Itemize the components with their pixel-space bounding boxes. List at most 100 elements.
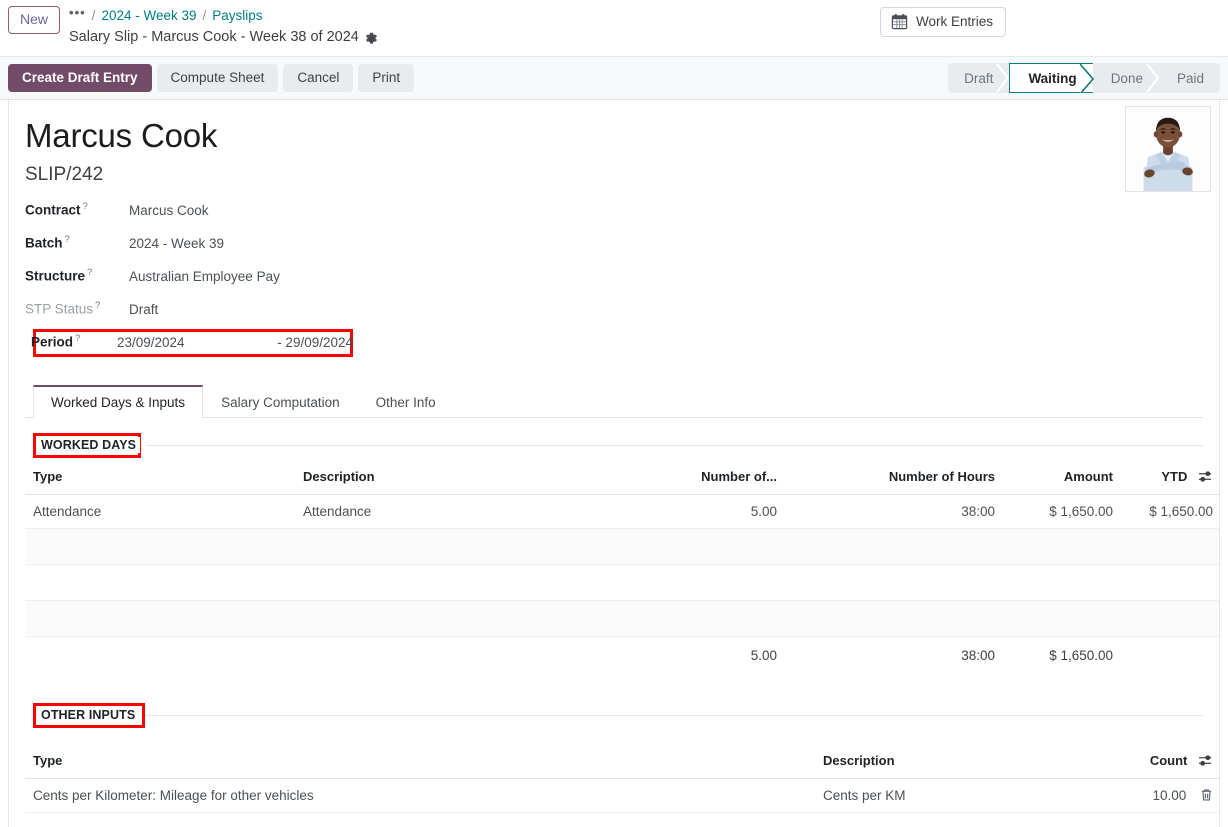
field-row-stp-status: STP Status? Draft (25, 300, 1203, 333)
section-divider (146, 445, 1203, 446)
gear-icon[interactable] (365, 31, 378, 44)
cell-amount[interactable]: $ 1,650.00 (1003, 495, 1121, 529)
cancel-button[interactable]: Cancel (283, 64, 353, 92)
status-step-label: Draft (964, 71, 993, 86)
calendar-icon (891, 13, 908, 30)
status-step-label: Waiting (1028, 71, 1076, 86)
field-value-contract[interactable]: Marcus Cook (111, 203, 209, 218)
field-row-structure: Structure? Australian Employee Pay (25, 267, 1203, 300)
record-reference: SLIP/242 (25, 162, 1203, 188)
worked-days-table: Type Description Number of... Number of … (25, 460, 1220, 674)
help-icon[interactable]: ? (65, 234, 70, 245)
column-header-amount[interactable]: Amount (1003, 460, 1121, 495)
cell-description[interactable]: Attendance (295, 495, 565, 529)
column-header-count[interactable]: Count (1115, 744, 1220, 779)
section-header-other-inputs: OTHER INPUTS (25, 700, 1203, 730)
other-inputs-table: Type Description Count (25, 744, 1220, 813)
action-buttons: Create Draft Entry Compute Sheet Cancel … (8, 64, 414, 92)
totals-amount: $ 1,650.00 (1003, 637, 1121, 675)
field-value-period: 23/09/2024 - 29/09/2024 (117, 335, 353, 350)
work-entries-button[interactable]: Work Entries (880, 7, 1006, 37)
table-totals-row: 5.00 38:00 $ 1,650.00 (25, 637, 1220, 675)
control-panel-left: New ••• / 2024 - Week 39 / Payslips Sala… (8, 6, 378, 47)
field-label-batch: Batch? (25, 234, 111, 251)
record-title-row: Salary Slip - Marcus Cook - Week 38 of 2… (69, 27, 378, 47)
form-sheet-inner: Marcus Cook SLIP/242 Contract? Marcus Co… (9, 100, 1219, 813)
form-fields: Contract? Marcus Cook Batch? 2024 - Week… (25, 201, 1203, 367)
field-row-period: Period? 23/09/2024 - 29/09/2024 (25, 333, 1203, 367)
chevron-right-icon (1146, 63, 1160, 93)
chevron-right-icon (1080, 64, 1094, 92)
cell-description[interactable]: Cents per KM (815, 779, 1115, 813)
sliders-icon[interactable] (1198, 754, 1213, 767)
field-value-stp-status: Draft (111, 302, 158, 317)
help-icon[interactable]: ? (95, 300, 100, 311)
field-label-period: Period? (25, 333, 117, 350)
breadcrumb-item-batch[interactable]: 2024 - Week 39 (101, 7, 196, 25)
table-row[interactable]: Attendance Attendance 5.00 38:00 $ 1,650… (25, 495, 1220, 529)
column-header-type[interactable]: Type (25, 744, 815, 779)
column-header-ytd[interactable]: YTD (1121, 460, 1220, 495)
table-header-row: Type Description Number of... Number of … (25, 460, 1220, 495)
work-entries-label: Work Entries (916, 14, 993, 29)
totals-number-of-days: 5.00 (565, 637, 785, 675)
help-icon[interactable]: ? (75, 333, 80, 344)
sliders-icon[interactable] (1198, 470, 1213, 483)
breadcrumb-item-payslips[interactable]: Payslips (212, 7, 262, 25)
tab-pane-worked-days-inputs: WORKED DAYS Type Description Number of..… (25, 418, 1203, 813)
status-step-done[interactable]: Done (1093, 63, 1159, 93)
cell-type[interactable]: Cents per Kilometer: Mileage for other v… (25, 779, 815, 813)
period-date-to[interactable]: - 29/09/2024 (277, 335, 353, 350)
table-header-row: Type Description Count (25, 744, 1220, 779)
breadcrumb-overflow-icon[interactable]: ••• (69, 4, 86, 22)
breadcrumb-separator: / (203, 7, 207, 25)
cell-ytd[interactable]: $ 1,650.00 (1121, 495, 1220, 529)
notebook: Worked Days & Inputs Salary Computation … (25, 385, 1203, 813)
breadcrumb-trail: ••• / 2024 - Week 39 / Payslips (69, 7, 378, 25)
trash-icon[interactable] (1200, 788, 1213, 802)
breadcrumb-separator: / (92, 7, 96, 25)
form-sheet: Marcus Cook SLIP/242 Contract? Marcus Co… (8, 100, 1220, 827)
cell-type[interactable]: Attendance (25, 495, 295, 529)
action-status-bar: Create Draft Entry Compute Sheet Cancel … (0, 57, 1228, 100)
field-label-structure: Structure? (25, 267, 111, 284)
cell-number-of-hours[interactable]: 38:00 (785, 495, 1003, 529)
avatar[interactable] (1125, 106, 1211, 192)
field-value-structure[interactable]: Australian Employee Pay (111, 269, 280, 284)
field-value-batch[interactable]: 2024 - Week 39 (111, 236, 224, 251)
section-divider (145, 715, 1203, 716)
column-header-number-of-days[interactable]: Number of... (565, 460, 785, 495)
totals-cell-empty (25, 637, 295, 675)
period-date-from[interactable]: 23/09/2024 (117, 335, 185, 350)
table-row-empty (25, 565, 1220, 601)
table-row-empty (25, 601, 1220, 637)
column-header-description[interactable]: Description (295, 460, 565, 495)
totals-cell-empty (295, 637, 565, 675)
status-step-waiting[interactable]: Waiting (1009, 63, 1092, 93)
table-row[interactable]: Cents per Kilometer: Mileage for other v… (25, 779, 1220, 813)
notebook-tabs: Worked Days & Inputs Salary Computation … (25, 385, 1203, 418)
tab-salary-computation[interactable]: Salary Computation (203, 385, 358, 418)
page-title: Salary Slip - Marcus Cook - Week 38 of 2… (69, 27, 359, 47)
column-header-type[interactable]: Type (25, 460, 295, 495)
column-header-number-of-hours[interactable]: Number of Hours (785, 460, 1003, 495)
print-button[interactable]: Print (358, 64, 414, 92)
status-bar: Draft Waiting Done (948, 63, 1220, 93)
field-row-batch: Batch? 2024 - Week 39 (25, 234, 1203, 267)
field-label-stp-status: STP Status? (25, 300, 111, 317)
table-row-empty (25, 529, 1220, 565)
cell-count[interactable]: 10.00 (1115, 779, 1220, 813)
status-step-draft[interactable]: Draft (948, 63, 1009, 93)
section-header-worked-days: WORKED DAYS (25, 430, 1203, 460)
create-draft-entry-button[interactable]: Create Draft Entry (8, 64, 152, 92)
compute-sheet-button[interactable]: Compute Sheet (157, 64, 279, 92)
status-step-paid[interactable]: Paid (1159, 63, 1220, 93)
tab-worked-days-inputs[interactable]: Worked Days & Inputs (33, 385, 203, 418)
help-icon[interactable]: ? (83, 201, 88, 212)
chevron-right-icon (996, 63, 1010, 93)
help-icon[interactable]: ? (87, 267, 92, 278)
tab-other-info[interactable]: Other Info (358, 385, 454, 418)
new-record-button[interactable]: New (8, 6, 60, 34)
cell-number-of-days[interactable]: 5.00 (565, 495, 785, 529)
column-header-description[interactable]: Description (815, 744, 1115, 779)
